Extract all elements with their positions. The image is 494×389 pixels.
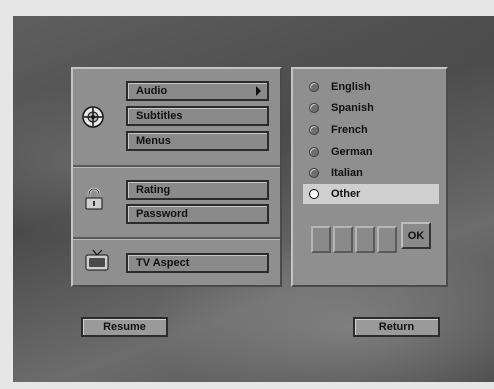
disc-icon xyxy=(82,106,104,133)
resume-button[interactable]: Resume xyxy=(81,317,168,337)
ok-label: OK xyxy=(407,229,425,242)
code-digit-4[interactable] xyxy=(377,226,397,253)
menus-button[interactable]: Menus xyxy=(126,131,269,151)
settings-panel: Audio Subtitles Menus Rating Password TV… xyxy=(71,67,282,287)
password-button[interactable]: Password xyxy=(126,204,269,224)
subtitles-button[interactable]: Subtitles xyxy=(126,106,269,126)
return-label: Return xyxy=(378,321,415,333)
language-label: Other xyxy=(331,188,361,200)
language-item-english[interactable]: English xyxy=(303,77,439,97)
code-digit-1[interactable] xyxy=(311,226,331,253)
radio-dot-icon xyxy=(309,82,319,92)
language-label: Spanish xyxy=(331,102,374,114)
ok-button[interactable]: OK xyxy=(401,222,431,249)
rating-button[interactable]: Rating xyxy=(126,180,269,200)
language-section: Audio Subtitles Menus xyxy=(73,69,280,165)
radio-dot-icon xyxy=(309,125,319,135)
tv-section: TV Aspect xyxy=(73,237,280,285)
tv-aspect-button[interactable]: TV Aspect xyxy=(126,253,269,273)
language-label: Italian xyxy=(331,167,363,179)
language-item-french[interactable]: French xyxy=(303,120,439,140)
language-item-spanish[interactable]: Spanish xyxy=(303,98,439,118)
radio-dot-icon xyxy=(309,168,319,178)
language-item-italian[interactable]: Italian xyxy=(303,163,439,183)
language-label: English xyxy=(331,81,371,93)
radio-dot-icon xyxy=(309,189,319,199)
radio-dot-icon xyxy=(309,147,319,157)
menus-label: Menus xyxy=(136,135,171,147)
audio-label: Audio xyxy=(136,85,168,97)
parental-section: Rating Password xyxy=(73,165,280,237)
lock-icon xyxy=(85,187,103,215)
subtitles-label: Subtitles xyxy=(136,110,183,122)
language-label: French xyxy=(331,124,368,136)
tv-aspect-label: TV Aspect xyxy=(136,257,190,269)
language-item-german[interactable]: German xyxy=(303,142,439,162)
code-digit-2[interactable] xyxy=(333,226,353,253)
code-digit-3[interactable] xyxy=(355,226,375,253)
password-label: Password xyxy=(136,208,188,220)
return-button[interactable]: Return xyxy=(353,317,440,337)
language-label: German xyxy=(331,146,373,158)
resume-label: Resume xyxy=(103,321,146,333)
tv-icon xyxy=(85,249,109,276)
rating-label: Rating xyxy=(136,184,171,196)
chevron-right-icon xyxy=(256,86,261,96)
language-item-other[interactable]: Other xyxy=(303,184,439,204)
radio-dot-icon xyxy=(309,103,319,113)
audio-button[interactable]: Audio xyxy=(126,81,269,101)
